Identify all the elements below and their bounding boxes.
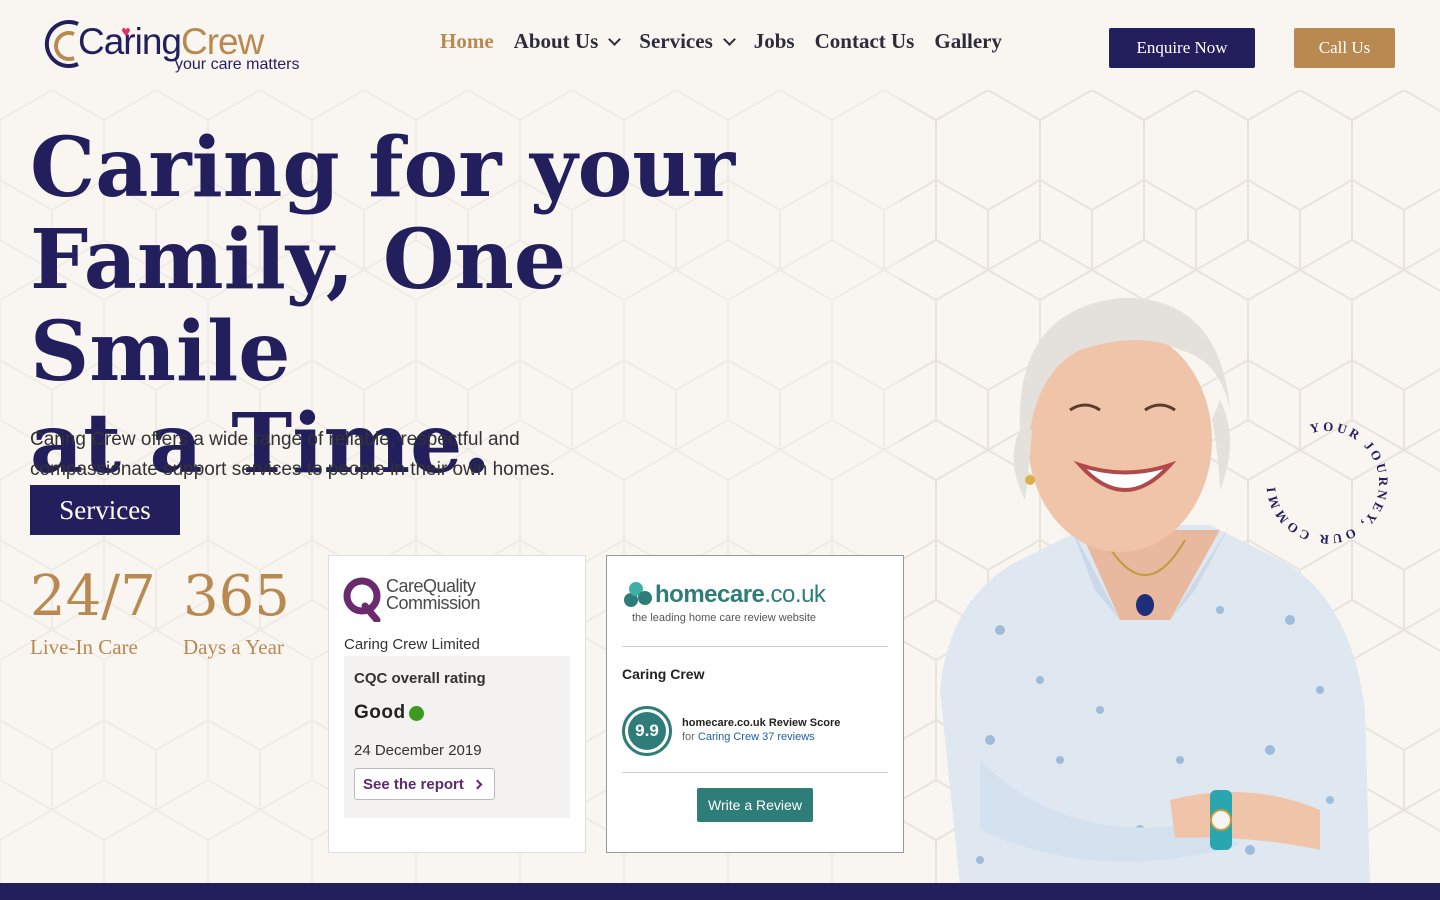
cqc-rating-date: 24 December 2019: [354, 742, 482, 759]
main-nav: Home About Us Services Jobs Contact Us G…: [440, 29, 1022, 54]
hero-subtitle: Caring Crew offers a wide range of relia…: [30, 429, 555, 480]
chevron-down-icon: [608, 32, 622, 46]
divider: [622, 772, 888, 773]
homecare-brand: homecare.co.uk: [655, 581, 826, 609]
services-button[interactable]: Services: [30, 485, 180, 535]
homecare-tagline: the leading home care review website: [632, 612, 817, 624]
homecare-brand-bold: homecare: [655, 581, 765, 608]
homecare-company-name: Caring Crew: [622, 666, 705, 682]
chevron-down-icon: [722, 32, 736, 46]
nav-label: Home: [440, 29, 494, 53]
review-score-value: 9.9: [628, 712, 666, 750]
review-score-for: for Caring Crew 37 reviews: [682, 731, 815, 743]
call-us-button[interactable]: Call Us: [1294, 28, 1395, 68]
footer-bar: [0, 883, 1440, 900]
stat-label: Days a Year: [183, 635, 284, 659]
reviews-link[interactable]: Caring Crew 37 reviews: [698, 731, 815, 743]
cqc-logo-text: CareQuality Commission: [386, 577, 481, 613]
nav-label: Jobs: [753, 29, 795, 53]
caring-crew-logo[interactable]: CaringCrew ♥ your care matters: [38, 18, 313, 78]
stat-value: 365: [183, 564, 290, 629]
hero-title-line-1: Caring for your: [30, 120, 736, 216]
nav-item-jobs[interactable]: Jobs: [754, 29, 795, 54]
journey-commitment-badge: YOUR JOURNEY, OUR COMMITMENT,: [1262, 418, 1391, 547]
homecare-logo-icon: [624, 582, 652, 607]
stat-days-a-year: 365 Days a Year: [183, 562, 290, 662]
review-for-label: for: [682, 731, 695, 743]
chevron-right-icon: [472, 779, 483, 789]
review-score-title: homecare.co.uk Review Score: [682, 717, 841, 729]
stat-value: 24/7: [30, 564, 156, 629]
cqc-rating-widget: CareQuality Commission Caring Crew Limit…: [328, 555, 586, 853]
cqc-company-name: Caring Crew Limited: [344, 636, 480, 653]
nav-label: Contact Us: [814, 29, 915, 53]
nav-item-gallery[interactable]: Gallery: [934, 29, 1002, 54]
enquire-now-button[interactable]: Enquire Now: [1109, 28, 1255, 68]
write-a-review-button[interactable]: Write a Review: [697, 788, 813, 822]
heart-icon: ♥: [121, 26, 131, 39]
nav-label: Gallery: [934, 29, 1003, 53]
site-header: CaringCrew ♥ your care matters Home Abou…: [0, 0, 1440, 95]
nav-item-about-us[interactable]: About Us: [513, 29, 622, 54]
nav-label: Services: [639, 29, 713, 53]
divider: [622, 646, 888, 647]
homecare-review-widget: homecare.co.uk the leading home care rev…: [606, 555, 904, 853]
review-score-badge: 9.9: [622, 706, 672, 756]
stat-live-in-care: 24/7 Live-In Care: [30, 562, 156, 662]
logo-tagline: your care matters: [175, 56, 300, 73]
cqc-rating-value: Good: [354, 702, 406, 723]
homecare-brand-domain: .co.uk: [764, 581, 826, 608]
nav-item-contact-us[interactable]: Contact Us: [815, 29, 915, 54]
see-the-report-button[interactable]: See the report: [354, 768, 495, 800]
svg-text:YOUR JOURNEY, OUR COMMITMENT,: YOUR JOURNEY, OUR COMMITMENT,: [1262, 418, 1391, 547]
report-label: See the report: [363, 775, 464, 793]
stat-label: Live-In Care: [30, 635, 138, 659]
cqc-rating-box: CQC overall rating Good 24 December 2019…: [344, 656, 570, 818]
nav-item-services[interactable]: Services: [639, 29, 736, 54]
cqc-logo-line-2: Commission: [386, 593, 481, 613]
cqc-rating-heading: CQC overall rating: [354, 670, 486, 687]
circle-badge-text: YOUR JOURNEY, OUR COMMITMENT,: [1262, 418, 1388, 547]
rating-status-dot-icon: [409, 706, 424, 721]
cqc-logo-icon: [343, 577, 381, 622]
smiling-senior-woman-photo: [940, 297, 1370, 885]
nav-item-home[interactable]: Home: [440, 29, 494, 54]
nav-label: About Us: [513, 29, 599, 53]
logo-swirl-icon: [44, 20, 79, 68]
hero-title-line-2: Family, One Smile: [30, 212, 567, 400]
